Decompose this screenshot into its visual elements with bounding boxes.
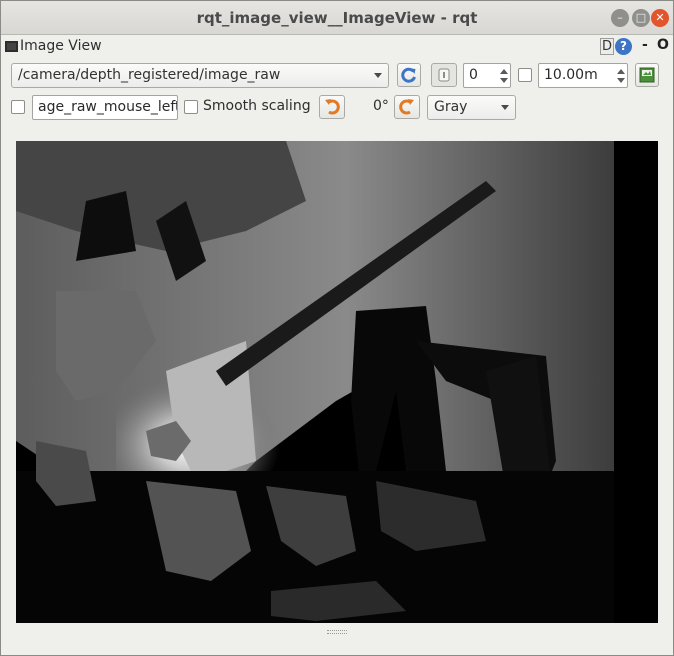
float-plugin-button[interactable]: O [657,37,669,53]
rotate-right-icon [399,99,414,115]
topic-value: /camera/depth_registered/image_raw [18,67,281,83]
resize-grip[interactable] [327,630,347,634]
window-title: rqt_image_view__ImageView - rqt [196,9,478,27]
spin-down-icon[interactable] [500,78,508,83]
smooth-scaling-checkbox[interactable] [184,100,198,114]
chevron-down-icon [501,105,509,110]
colormap-select[interactable]: Gray [427,95,516,120]
save-image-icon [639,67,655,83]
max-range-spinbox[interactable]: 10.00m [538,63,628,88]
application-window: rqt_image_view__ImageView - rqt – □ ✕ Im… [0,0,674,656]
publish-mouse-checkbox[interactable] [11,100,25,114]
minimize-plugin-button[interactable]: - [642,37,648,53]
value-spinbox[interactable]: 0 [463,63,511,88]
maximize-button[interactable]: □ [632,9,650,27]
spin-up-icon[interactable] [617,69,625,74]
plugin-window-icon [5,41,18,52]
zoom-1-icon [438,68,450,82]
depth-image-view[interactable] [16,141,658,623]
rotate-left-button[interactable] [319,95,345,119]
dynamic-range-checkbox[interactable] [518,68,532,82]
plugin-header: Image View D ? - O [1,36,673,58]
close-button[interactable]: ✕ [651,9,669,27]
max-range-value: 10.00m [544,67,598,83]
help-icon[interactable]: ? [615,38,632,55]
plugin-title: Image View [20,38,102,54]
zoom-1-button[interactable] [431,63,457,87]
dock-button[interactable]: D [600,38,614,55]
mouse-topic-value: age_raw_mouse_left [38,99,178,115]
rotate-left-icon [325,99,340,115]
rotation-label: 0° [373,98,389,114]
mouse-topic-field[interactable]: age_raw_mouse_left [32,95,178,120]
colormap-value: Gray [434,99,468,115]
spin-up-icon[interactable] [500,69,508,74]
topic-select[interactable]: /camera/depth_registered/image_raw [11,63,389,88]
chevron-down-icon [374,73,382,78]
save-image-button[interactable] [635,63,659,87]
rotate-right-button[interactable] [394,95,420,119]
refresh-icon [401,67,416,83]
depth-image [16,141,658,623]
smooth-scaling-label: Smooth scaling [203,98,311,114]
refresh-button[interactable] [397,63,421,87]
spin-down-icon[interactable] [617,78,625,83]
spinbox-value: 0 [469,67,478,83]
minimize-button[interactable]: – [611,9,629,27]
title-bar[interactable]: rqt_image_view__ImageView - rqt – □ ✕ [1,1,673,35]
